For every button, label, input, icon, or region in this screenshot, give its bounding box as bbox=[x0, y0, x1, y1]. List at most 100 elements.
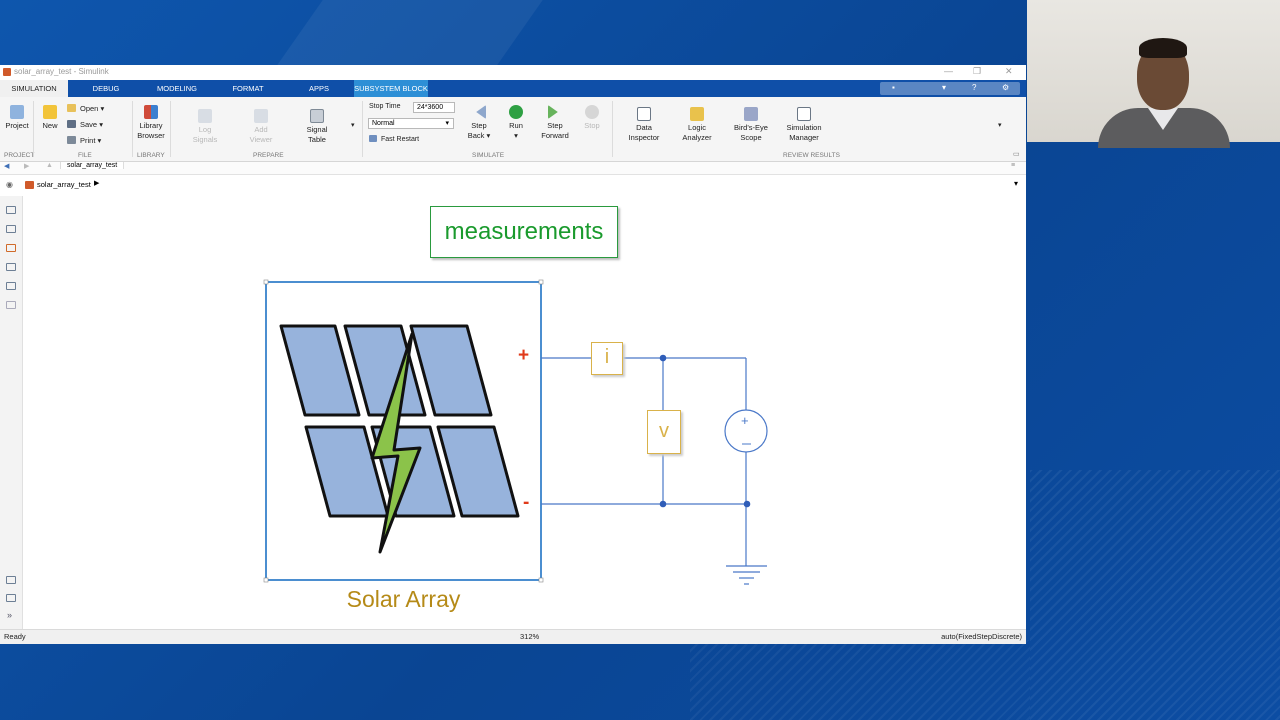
voltage-sensor-block[interactable]: v bbox=[647, 410, 681, 454]
library-label: Library bbox=[139, 121, 163, 130]
breadcrumb[interactable]: solar_array_test bbox=[37, 180, 91, 189]
zoom-icon[interactable] bbox=[6, 206, 16, 214]
step-back-label-1: Step bbox=[471, 121, 487, 130]
tab-modeling[interactable]: MODELING bbox=[148, 80, 206, 97]
separator bbox=[362, 101, 363, 157]
close-button[interactable]: ✕ bbox=[1005, 66, 1013, 77]
log-signals-button[interactable]: Log Signals bbox=[188, 109, 222, 145]
birds-eye-scope-button[interactable]: Bird's-Eye Scope bbox=[728, 107, 774, 143]
project-button[interactable]: Project bbox=[4, 105, 30, 131]
add-label: Add bbox=[254, 125, 268, 134]
tab-debug[interactable]: DEBUG bbox=[78, 80, 134, 97]
settings-icon[interactable]: ⚙ bbox=[1002, 83, 1009, 92]
data-inspector-button[interactable]: Data Inspector bbox=[624, 107, 664, 143]
add-viewer-button[interactable]: Add Viewer bbox=[244, 109, 278, 145]
current-sensor-block[interactable]: i bbox=[591, 342, 623, 375]
review-expand-icon[interactable]: ▾ bbox=[998, 121, 1002, 129]
logic-label: Logic bbox=[688, 123, 706, 132]
stop-icon bbox=[585, 105, 599, 119]
section-review-results: REVIEW RESULTS bbox=[783, 152, 840, 159]
simulation-manager-icon bbox=[797, 107, 811, 121]
signal-table-icon bbox=[310, 109, 324, 123]
log-signals-icon bbox=[198, 109, 212, 123]
simulation-mode-value: Normal bbox=[372, 120, 395, 127]
solver-status[interactable]: auto(FixedStepDiscrete) bbox=[941, 632, 1022, 641]
step-forward-button[interactable]: Step Forward bbox=[537, 105, 573, 141]
status-bar: Ready 312% auto(FixedStepDiscrete) bbox=[0, 629, 1026, 644]
tab-subsystem-block[interactable]: SUBSYSTEM BLOCK bbox=[354, 80, 428, 97]
birds-eye-scope-icon bbox=[744, 107, 758, 121]
save-button[interactable]: Save ▾ bbox=[67, 120, 103, 129]
window-title: solar_array_test - Simulink bbox=[14, 67, 109, 76]
expand-palette-icon[interactable]: » bbox=[7, 610, 12, 620]
logic-analyzer-button[interactable]: Logic Analyzer bbox=[677, 107, 717, 143]
model-canvas[interactable] bbox=[23, 196, 1026, 629]
print-label: Print bbox=[80, 136, 96, 145]
breadcrumb-dropdown-icon[interactable]: ▾ bbox=[1014, 179, 1018, 188]
maximize-button[interactable]: ❐ bbox=[973, 66, 981, 77]
section-library: LIBRARY bbox=[137, 152, 165, 159]
toolstrip-ribbon: Project PROJECT New Open ▾ Save ▾ Print … bbox=[0, 97, 1026, 162]
chevron-down-icon: ▾ bbox=[445, 120, 449, 127]
tab-format[interactable]: FORMAT bbox=[220, 80, 276, 97]
simulation-label: Simulation bbox=[786, 123, 822, 132]
simulation-mode-select[interactable]: Normal ▾ bbox=[368, 118, 454, 129]
save-dropdown-icon[interactable]: ▾ bbox=[942, 83, 946, 92]
signal-table-button[interactable]: Signal Table bbox=[300, 109, 334, 145]
print-button[interactable]: Print ▾ bbox=[67, 136, 101, 145]
annotation-icon[interactable] bbox=[6, 263, 16, 271]
print-icon bbox=[67, 136, 76, 144]
manager-label: Manager bbox=[789, 133, 819, 142]
tab-simulation[interactable]: SIMULATION bbox=[0, 80, 68, 97]
hide-explorer-icon[interactable]: ◉ bbox=[6, 180, 13, 189]
simulation-manager-button[interactable]: Simulation Manager bbox=[780, 107, 828, 143]
prepare-expand-icon[interactable]: ▾ bbox=[351, 121, 355, 129]
fit-view-icon[interactable] bbox=[6, 225, 16, 233]
open-button[interactable]: Open ▾ bbox=[67, 104, 104, 113]
add-viewer-icon bbox=[254, 109, 268, 123]
image-icon[interactable] bbox=[6, 282, 16, 290]
logic-analyzer-icon bbox=[690, 107, 704, 121]
tab-menu-icon[interactable]: ≡ bbox=[1011, 162, 1015, 169]
collapse-ribbon-icon[interactable]: ▭ bbox=[1013, 150, 1020, 158]
new-button[interactable]: New bbox=[38, 105, 62, 131]
library-browser-button[interactable]: Library Browser bbox=[134, 105, 168, 141]
back-arrow-icon[interactable]: ◀ bbox=[4, 162, 9, 170]
area-icon[interactable] bbox=[6, 301, 16, 309]
signal-arrow-icon[interactable] bbox=[6, 244, 16, 252]
background-stripes bbox=[1030, 470, 1280, 720]
data-inspector-icon bbox=[637, 107, 651, 121]
breadcrumb-arrow-icon[interactable]: ▶ bbox=[94, 179, 99, 187]
simulink-window: solar_array_test - Simulink — ❐ ✕ SIMULA… bbox=[0, 65, 1026, 644]
step-forward-label-1: Step bbox=[547, 121, 563, 130]
property-inspector-icon[interactable] bbox=[6, 594, 16, 602]
run-button[interactable]: Run ▾ bbox=[502, 105, 530, 141]
model-tab[interactable]: solar_array_test bbox=[60, 162, 125, 169]
project-icon bbox=[10, 105, 24, 119]
presenter-hair bbox=[1139, 38, 1187, 58]
measurements-annotation[interactable]: measurements bbox=[430, 206, 618, 258]
help-icon[interactable]: ? bbox=[972, 83, 976, 92]
viewer-label: Viewer bbox=[249, 135, 273, 144]
breadcrumb-bar: ◉ solar_array_test ▶ ▾ bbox=[0, 175, 1026, 197]
save-quick-icon[interactable]: ▪ bbox=[892, 83, 895, 92]
section-project: PROJECT bbox=[4, 152, 35, 159]
log-label: Log bbox=[198, 125, 212, 134]
stop-label: Stop bbox=[584, 121, 600, 130]
stop-button[interactable]: Stop bbox=[580, 105, 604, 131]
positive-port-label: + bbox=[518, 345, 530, 366]
tab-apps[interactable]: APPS bbox=[292, 80, 346, 97]
fast-restart-toggle[interactable]: Fast Restart bbox=[369, 135, 419, 143]
up-arrow-icon[interactable]: ▲ bbox=[46, 162, 53, 169]
stop-time-input[interactable]: 24*3600 bbox=[413, 102, 455, 113]
step-back-button[interactable]: Step Back ▾ bbox=[463, 105, 495, 141]
separator bbox=[132, 101, 133, 157]
solar-array-label[interactable]: Solar Array bbox=[266, 586, 541, 613]
section-file: FILE bbox=[78, 152, 92, 159]
model-tab-bar: ◀ ▶ ▲ solar_array_test ≡ bbox=[0, 162, 1026, 175]
background-stripes-bottom bbox=[690, 640, 1030, 720]
minimize-button[interactable]: — bbox=[944, 66, 953, 76]
forward-arrow-icon[interactable]: ▶ bbox=[24, 162, 29, 170]
model-browser-icon[interactable] bbox=[6, 576, 16, 584]
model-icon bbox=[25, 181, 34, 189]
